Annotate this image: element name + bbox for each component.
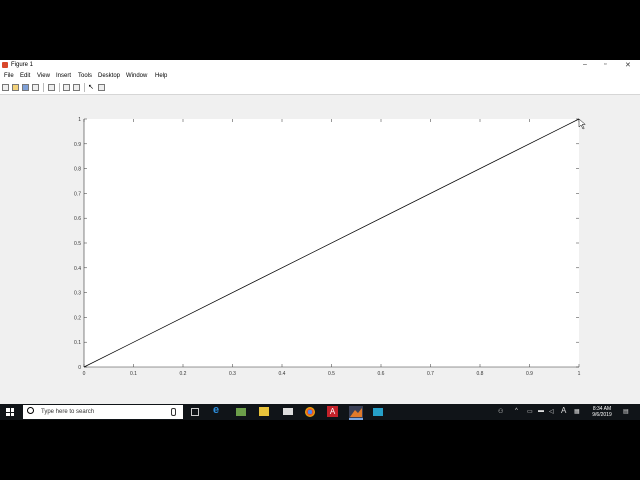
y-tick-label: 0.2 [74, 315, 81, 321]
matlab-figure-window: Figure 1 – ▫ ✕ File Edit View Insert Too… [0, 60, 640, 420]
print-icon[interactable] [32, 84, 39, 91]
store-icon[interactable] [259, 407, 269, 416]
title-bar: Figure 1 – ▫ ✕ [0, 60, 640, 71]
print-preview-icon[interactable] [48, 84, 55, 91]
taskbar-clock[interactable]: 8:34 AM 9/6/2019 [590, 406, 614, 418]
ime-indicator[interactable]: A [561, 406, 566, 415]
menu-edit[interactable]: Edit [20, 73, 30, 79]
y-tick-label: 0.4 [74, 266, 81, 272]
x-tick-label: 0.9 [526, 371, 533, 377]
windows-taskbar: Type here to search e A ⚇ ^ ▭ ▬ ◁ A ▦ 8:… [0, 404, 640, 420]
x-tick-label: 1 [578, 371, 581, 377]
y-tick-label: 0.1 [74, 340, 81, 346]
menu-file[interactable]: File [4, 73, 14, 79]
y-tick-label: 0 [78, 365, 81, 371]
toolbar-separator [43, 83, 44, 92]
menu-help[interactable]: Help [155, 73, 167, 79]
search-placeholder: Type here to search [41, 409, 95, 415]
menu-insert[interactable]: Insert [56, 73, 71, 79]
new-figure-icon[interactable] [2, 84, 9, 91]
matlab-icon[interactable] [349, 406, 363, 420]
people-icon[interactable]: ⚇ [498, 408, 503, 415]
x-tick-label: 0.5 [328, 371, 335, 377]
microphone-icon[interactable] [171, 408, 176, 416]
acrobat-icon[interactable]: A [327, 406, 338, 417]
chrome-icon[interactable] [305, 407, 315, 417]
figure-canvas: 0 0.1 0.2 0.3 0.4 0.5 0.6 0.7 0.8 0.9 1 0 0.1 0.2 0.3 0… [0, 95, 640, 405]
toolbar-separator [59, 83, 60, 92]
toolbar-separator [84, 83, 85, 92]
photos-icon[interactable] [236, 408, 246, 416]
battery-icon[interactable]: ▬ [538, 408, 544, 414]
volume-icon[interactable]: ◁ [549, 408, 554, 415]
x-tick-label: 0.7 [427, 371, 434, 377]
mail-icon[interactable] [283, 408, 293, 415]
save-icon[interactable] [22, 84, 29, 91]
start-button[interactable] [6, 408, 14, 416]
y-tick-label: 0.8 [74, 167, 81, 173]
window-title: Figure 1 [11, 62, 34, 68]
matlab-figure-icon [2, 62, 8, 68]
link-plot-icon[interactable] [63, 84, 70, 91]
edit-plot-arrow-icon[interactable]: ↖ [88, 83, 95, 91]
line-plot[interactable]: 0 0.1 0.2 0.3 0.4 0.5 0.6 0.7 0.8 0.9 1 0 0.1 0.2 0.3 0… [0, 95, 640, 405]
notification-icon[interactable]: ▤ [623, 408, 629, 415]
clock-date: 9/6/2019 [592, 412, 612, 418]
x-tick-label: 0.4 [279, 371, 286, 377]
search-icon [27, 407, 34, 414]
menu-view[interactable]: View [37, 73, 50, 79]
open-file-icon[interactable] [12, 84, 19, 91]
y-tick-label: 0.5 [74, 241, 81, 247]
edge-icon[interactable]: e [213, 404, 225, 416]
x-tick-label: 0.1 [130, 371, 137, 377]
x-tick-label: 0.2 [180, 371, 187, 377]
property-inspector-icon[interactable] [98, 84, 105, 91]
x-tick-label: 0.6 [378, 371, 385, 377]
close-button[interactable]: ✕ [625, 61, 631, 69]
y-tick-label: 1 [78, 117, 81, 123]
keyboard-icon[interactable]: ▦ [574, 408, 580, 415]
x-tick-label: 0.8 [477, 371, 484, 377]
remote-desktop-icon[interactable] [373, 408, 383, 416]
menu-window[interactable]: Window [126, 73, 147, 79]
task-view-icon[interactable] [191, 408, 199, 416]
y-tick-label: 0.7 [74, 191, 81, 197]
maximize-button[interactable]: ▫ [604, 61, 606, 68]
menu-bar: File Edit View Insert Tools Desktop Wind… [0, 71, 640, 82]
figure-toolbar: ↖ [0, 82, 640, 95]
y-tick-label: 0.3 [74, 291, 81, 297]
x-tick-label: 0.3 [229, 371, 236, 377]
y-tick-label: 0.9 [74, 142, 81, 148]
insert-colorbar-icon[interactable] [73, 84, 80, 91]
minimize-button[interactable]: – [583, 61, 587, 68]
network-icon[interactable]: ▭ [527, 408, 533, 415]
chevron-up-icon[interactable]: ^ [515, 408, 518, 414]
x-tick-label: 0 [83, 371, 86, 377]
taskbar-search-box[interactable]: Type here to search [23, 405, 183, 419]
menu-tools[interactable]: Tools [78, 73, 92, 79]
y-tick-label: 0.6 [74, 216, 81, 222]
mouse-cursor-icon [578, 118, 586, 130]
menu-desktop[interactable]: Desktop [98, 73, 120, 79]
